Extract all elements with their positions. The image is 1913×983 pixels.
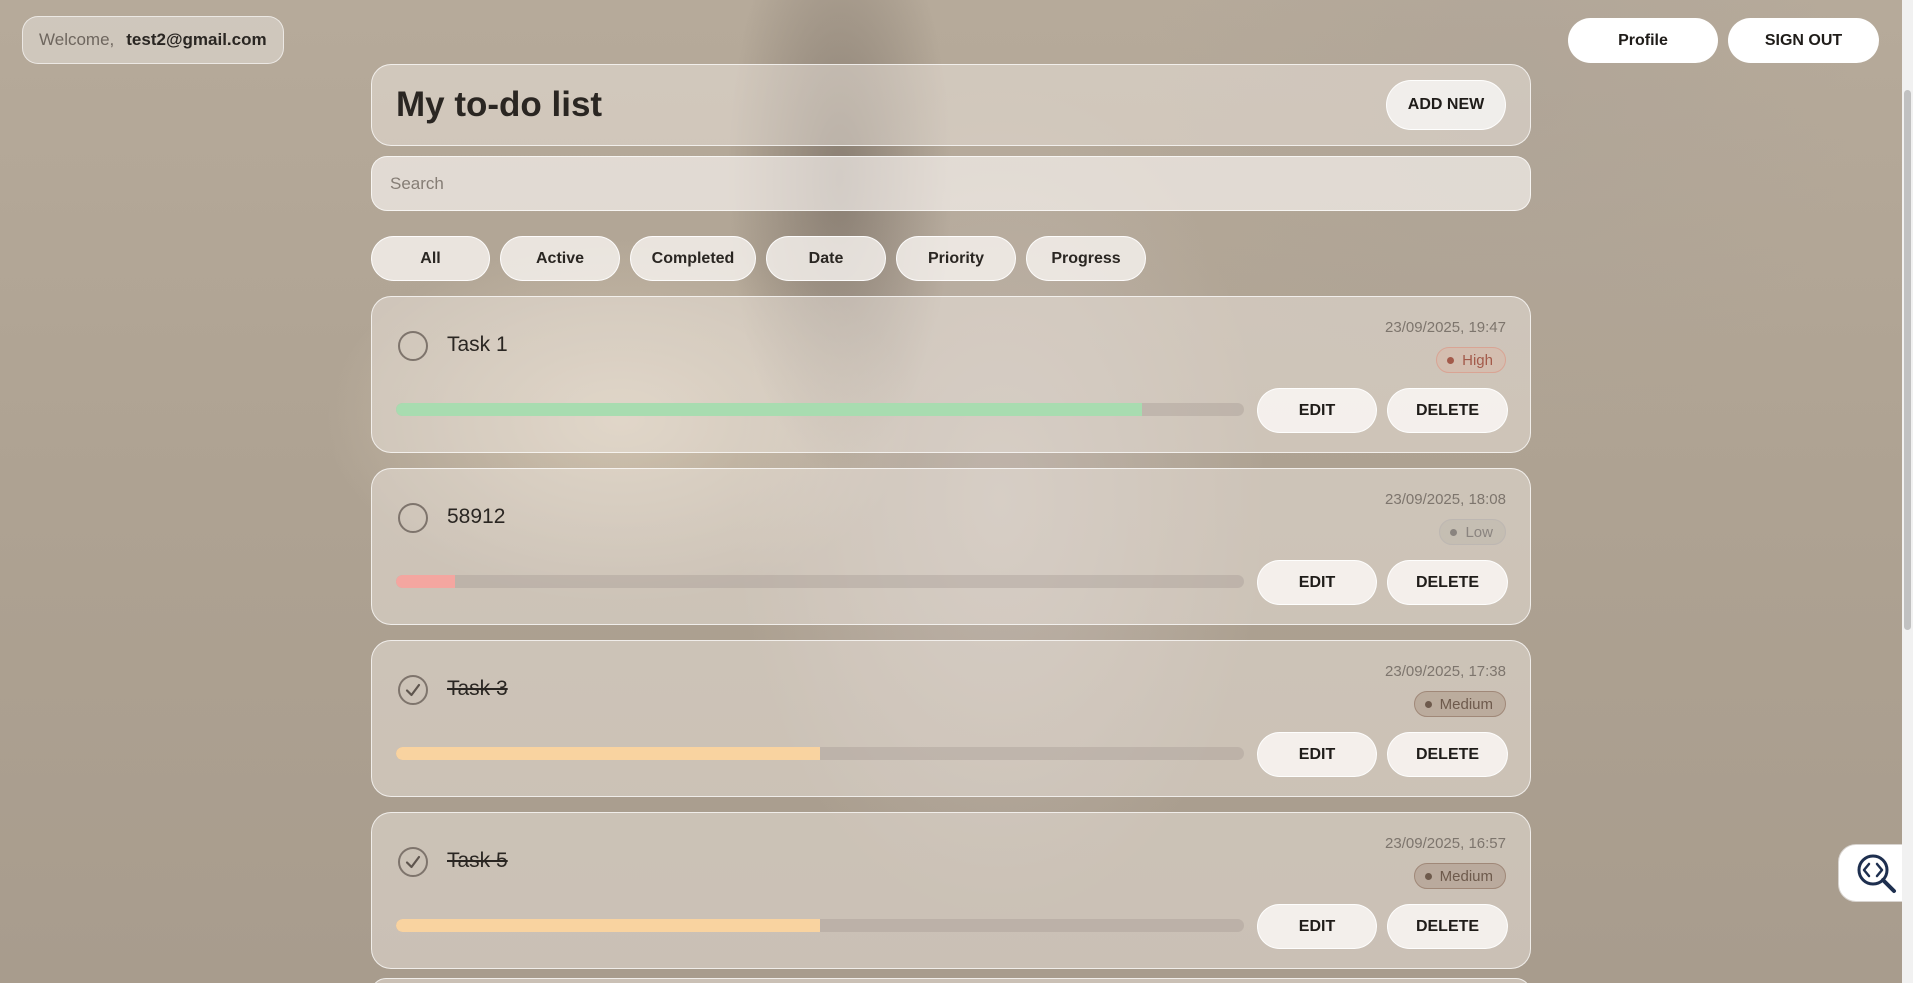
code-search-icon [1857, 854, 1896, 893]
priority-badge: Low [1439, 519, 1506, 545]
priority-label: High [1462, 351, 1493, 369]
task-date: 23/09/2025, 19:47 [1385, 319, 1506, 336]
check-icon [405, 683, 421, 697]
priority-dot-icon [1424, 700, 1432, 708]
user-email: test2@gmail.com [126, 30, 267, 49]
sort-date[interactable]: Date [766, 236, 886, 281]
priority-label: Medium [1439, 695, 1493, 713]
delete-button[interactable]: DELETE [1387, 904, 1508, 949]
task-complete-toggle[interactable] [398, 331, 428, 361]
welcome-badge: Welcome, test2@gmail.com [22, 16, 284, 64]
edit-button[interactable]: EDIT [1257, 904, 1377, 949]
progress-fill [396, 747, 820, 760]
progress-bar [396, 747, 1244, 760]
delete-button[interactable]: DELETE [1387, 388, 1508, 433]
filter-active[interactable]: Active [500, 236, 620, 281]
task-date: 23/09/2025, 16:57 [1385, 835, 1506, 852]
task-complete-toggle[interactable] [398, 847, 428, 877]
task-title: Task 1 [447, 333, 508, 356]
delete-button[interactable]: DELETE [1387, 560, 1508, 605]
welcome-label: Welcome, [39, 30, 115, 49]
progress-bar [396, 919, 1244, 932]
sign-out-button[interactable]: SIGN OUT [1728, 18, 1879, 63]
task-title: 58912 [447, 505, 506, 528]
add-new-button[interactable]: ADD NEW [1386, 80, 1506, 130]
task-title: Task 5 [447, 849, 508, 872]
priority-dot-icon [1447, 356, 1455, 364]
task-card [371, 978, 1531, 983]
delete-button[interactable]: DELETE [1387, 732, 1508, 777]
page-title: My to-do list [396, 85, 603, 124]
search-bar [371, 156, 1531, 211]
priority-dot-icon [1450, 528, 1458, 536]
progress-fill [396, 575, 456, 588]
edit-button[interactable]: EDIT [1257, 388, 1377, 433]
progress-fill [396, 919, 820, 932]
scrollbar-thumb[interactable] [1904, 90, 1911, 630]
task-card: Task 3 23/09/2025, 17:38 Medium EDIT DEL… [371, 640, 1531, 797]
list-header: My to-do list ADD NEW [371, 64, 1531, 146]
task-card: 58912 23/09/2025, 18:08 Low EDIT DELETE [371, 468, 1531, 625]
task-date: 23/09/2025, 18:08 [1385, 491, 1506, 508]
sort-progress[interactable]: Progress [1026, 236, 1146, 281]
progress-fill [396, 403, 1143, 416]
task-title: Task 3 [447, 677, 508, 700]
task-card: Task 1 23/09/2025, 19:47 High EDIT DELET… [371, 296, 1531, 453]
filter-completed[interactable]: Completed [630, 236, 756, 281]
check-icon [405, 855, 421, 869]
task-card: Task 5 23/09/2025, 16:57 Medium EDIT DEL… [371, 812, 1531, 969]
progress-bar [396, 575, 1244, 588]
priority-badge: Medium [1413, 863, 1506, 889]
sort-priority[interactable]: Priority [896, 236, 1016, 281]
filter-all[interactable]: All [371, 236, 490, 281]
progress-bar [396, 403, 1244, 416]
priority-badge: Medium [1413, 691, 1506, 717]
priority-dot-icon [1424, 872, 1432, 880]
priority-label: Medium [1439, 867, 1493, 885]
edit-button[interactable]: EDIT [1257, 732, 1377, 777]
filter-bar: All Active Completed Date Priority Progr… [371, 236, 1146, 281]
task-complete-toggle[interactable] [398, 503, 428, 533]
priority-badge: High [1436, 347, 1506, 373]
search-input[interactable] [390, 173, 1512, 194]
profile-button[interactable]: Profile [1568, 18, 1718, 63]
task-date: 23/09/2025, 17:38 [1385, 663, 1506, 680]
priority-label: Low [1465, 523, 1493, 541]
edit-button[interactable]: EDIT [1257, 560, 1377, 605]
task-complete-toggle[interactable] [398, 675, 428, 705]
